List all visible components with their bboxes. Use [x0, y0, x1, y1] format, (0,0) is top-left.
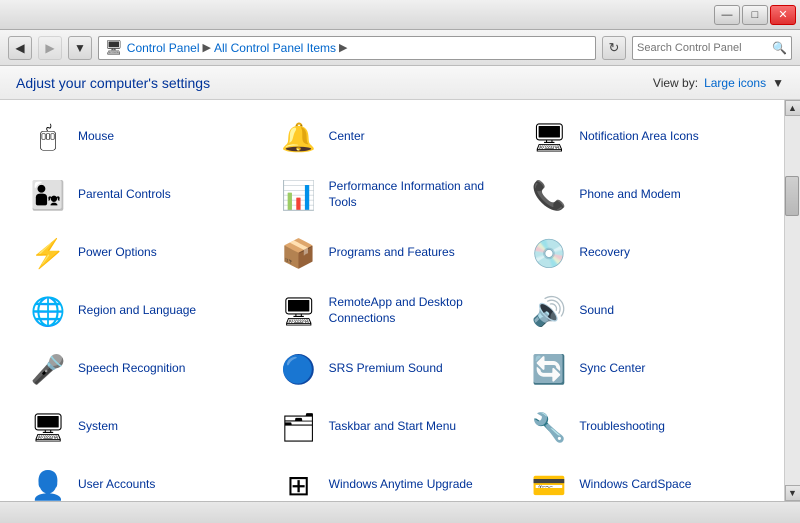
items-grid: 🖱 Mouse 🔔 Center 🖥 Notification Area Icons 👨‍👧…: [16, 108, 768, 501]
toolbar: Adjust your computer's settings View by:…: [0, 66, 800, 100]
dropdown-button[interactable]: ▼: [68, 36, 92, 60]
sound-icon: 🔊: [529, 291, 569, 331]
speech-recognition-label[interactable]: Speech Recognition: [78, 361, 185, 377]
phone-modem-icon: 📞: [529, 175, 569, 215]
sync-center-icon: 🔄: [529, 349, 569, 389]
title-bar-buttons: — □ ✕: [714, 5, 796, 25]
programs-features-icon: 📦: [279, 233, 319, 273]
search-input[interactable]: [637, 42, 769, 54]
parental-controls-label[interactable]: Parental Controls: [78, 187, 171, 203]
search-icon[interactable]: 🔍: [772, 41, 787, 55]
remote-app-label[interactable]: RemoteApp and Desktop Connections: [329, 295, 506, 326]
power-options-label[interactable]: Power Options: [78, 245, 157, 261]
control-item-programs-features[interactable]: 📦 Programs and Features: [267, 224, 518, 282]
control-item-troubleshooting[interactable]: 🔧 Troubleshooting: [517, 398, 768, 456]
troubleshooting-label[interactable]: Troubleshooting: [579, 419, 665, 435]
control-item-srs-premium-sound[interactable]: 🔵 SRS Premium Sound: [267, 340, 518, 398]
notification-area-icons-icon: 🖥: [529, 117, 569, 157]
region-language-label[interactable]: Region and Language: [78, 303, 196, 319]
control-item-remote-app[interactable]: 🖥 RemoteApp and Desktop Connections: [267, 282, 518, 340]
recovery-icon: 💿: [529, 233, 569, 273]
troubleshooting-icon: 🔧: [529, 407, 569, 447]
address-field[interactable]: 🖥 Control Panel ▶ All Control Panel Item…: [98, 36, 596, 60]
scrollbar[interactable]: ▲ ▼: [784, 100, 800, 501]
maximize-button[interactable]: □: [742, 5, 768, 25]
view-by-control: View by: Large icons ▼: [653, 76, 784, 90]
taskbar-start-menu-label[interactable]: Taskbar and Start Menu: [329, 419, 456, 435]
mouse-icon: 🖱: [28, 117, 68, 157]
refresh-button[interactable]: ↻: [602, 36, 626, 60]
speech-recognition-icon: 🎤: [28, 349, 68, 389]
remote-app-icon: 🖥: [279, 291, 319, 331]
system-icon: 🖥: [28, 407, 68, 447]
power-options-icon: ⚡: [28, 233, 68, 273]
search-box[interactable]: 🔍: [632, 36, 792, 60]
main-area: 🖱 Mouse 🔔 Center 🖥 Notification Area Icons 👨‍👧…: [0, 100, 800, 501]
control-item-performance[interactable]: 📊 Performance Information and Tools: [267, 166, 518, 224]
user-accounts-icon: 👤: [28, 465, 68, 501]
close-button[interactable]: ✕: [770, 5, 796, 25]
breadcrumb-control-panel[interactable]: Control Panel: [127, 41, 200, 55]
control-item-taskbar-start-menu[interactable]: 🗂 Taskbar and Start Menu: [267, 398, 518, 456]
control-item-phone-modem[interactable]: 📞 Phone and Modem: [517, 166, 768, 224]
control-item-notification-area-icons[interactable]: 🖥 Notification Area Icons: [517, 108, 768, 166]
sound-label[interactable]: Sound: [579, 303, 614, 319]
recovery-label[interactable]: Recovery: [579, 245, 630, 261]
control-item-sync-center[interactable]: 🔄 Sync Center: [517, 340, 768, 398]
control-item-speech-recognition[interactable]: 🎤 Speech Recognition: [16, 340, 267, 398]
view-by-label: View by:: [653, 76, 698, 90]
control-item-power-options[interactable]: ⚡ Power Options: [16, 224, 267, 282]
user-accounts-label[interactable]: User Accounts: [78, 477, 155, 493]
system-label[interactable]: System: [78, 419, 118, 435]
mouse-label[interactable]: Mouse: [78, 129, 114, 145]
performance-icon: 📊: [279, 175, 319, 215]
control-item-system[interactable]: 🖥 System: [16, 398, 267, 456]
srs-premium-sound-icon: 🔵: [279, 349, 319, 389]
performance-label[interactable]: Performance Information and Tools: [329, 179, 506, 210]
scroll-thumb[interactable]: [785, 176, 799, 216]
status-bar: [0, 501, 800, 523]
action-center-label[interactable]: Center: [329, 129, 365, 145]
sync-center-label[interactable]: Sync Center: [579, 361, 645, 377]
control-item-windows-cardspace[interactable]: 💳 Windows CardSpace: [517, 456, 768, 501]
windows-cardspace-label[interactable]: Windows CardSpace: [579, 477, 691, 493]
back-button[interactable]: ◀: [8, 36, 32, 60]
notification-area-icons-label[interactable]: Notification Area Icons: [579, 129, 698, 145]
control-item-user-accounts[interactable]: 👤 User Accounts: [16, 456, 267, 501]
windows-anytime-label[interactable]: Windows Anytime Upgrade: [329, 477, 473, 493]
forward-button[interactable]: ▶: [38, 36, 62, 60]
region-language-icon: 🌐: [28, 291, 68, 331]
page-title: Adjust your computer's settings: [16, 75, 210, 91]
phone-modem-label[interactable]: Phone and Modem: [579, 187, 680, 203]
taskbar-start-menu-icon: 🗂: [279, 407, 319, 447]
content-area: 🖱 Mouse 🔔 Center 🖥 Notification Area Icons 👨‍👧…: [0, 100, 784, 501]
view-by-arrow-icon: ▼: [772, 76, 784, 90]
scroll-track[interactable]: [785, 116, 800, 485]
windows-anytime-icon: ⊞: [279, 465, 319, 501]
minimize-button[interactable]: —: [714, 5, 740, 25]
scroll-up-button[interactable]: ▲: [785, 100, 800, 116]
control-item-windows-anytime[interactable]: ⊞ Windows Anytime Upgrade: [267, 456, 518, 501]
scroll-down-button[interactable]: ▼: [785, 485, 800, 501]
srs-premium-sound-label[interactable]: SRS Premium Sound: [329, 361, 443, 377]
view-by-button[interactable]: Large icons: [704, 76, 766, 90]
control-item-parental-controls[interactable]: 👨‍👧 Parental Controls: [16, 166, 267, 224]
breadcrumb-all-items[interactable]: All Control Panel Items: [214, 41, 336, 55]
control-item-sound[interactable]: 🔊 Sound: [517, 282, 768, 340]
title-bar: — □ ✕: [0, 0, 800, 30]
parental-controls-icon: 👨‍👧: [28, 175, 68, 215]
address-bar: ◀ ▶ ▼ 🖥 Control Panel ▶ All Control Pane…: [0, 30, 800, 66]
windows-cardspace-icon: 💳: [529, 465, 569, 501]
action-center-icon: 🔔: [279, 117, 319, 157]
control-item-region-language[interactable]: 🌐 Region and Language: [16, 282, 267, 340]
control-item-action-center[interactable]: 🔔 Center: [267, 108, 518, 166]
control-item-recovery[interactable]: 💿 Recovery: [517, 224, 768, 282]
programs-features-label[interactable]: Programs and Features: [329, 245, 455, 261]
control-item-mouse[interactable]: 🖱 Mouse: [16, 108, 267, 166]
